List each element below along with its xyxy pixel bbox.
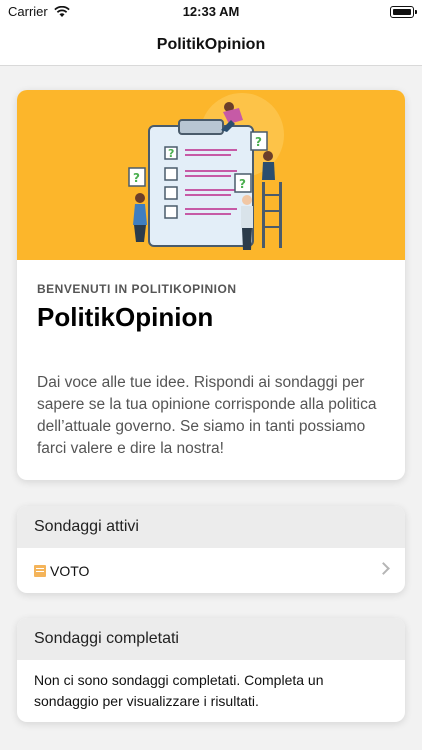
illustration-question-mark: ? [168,147,174,160]
hero-illustration: ? ? ? ? [17,90,405,260]
status-time: 12:33 AM [182,4,240,19]
status-bar: Carrier 12:33 AM [0,0,422,24]
completed-surveys-header: Sondaggi completati [17,618,405,660]
battery-icon [390,6,417,18]
svg-text:?: ? [255,135,262,149]
completed-surveys-empty-message: Non ci sono sondaggi completati. Complet… [34,672,324,709]
survey-row-voto[interactable]: VOTO [17,548,405,593]
survey-label: VOTO [50,562,90,579]
welcome-title: PolitikOpinion [37,302,214,332]
navigation-bar: PolitikOpinion [0,24,422,66]
survey-illustration: ? ? ? ? [128,93,284,250]
active-surveys-header: Sondaggi attivi [17,506,405,548]
list-icon [34,564,46,577]
welcome-description: Dai voce alle tue idee. Rispondi ai sond… [37,374,377,457]
welcome-card: ? ? ? ? BENVENUTI IN POLITIKOPINION Poli… [17,90,405,480]
chevron-right-icon [377,562,390,575]
welcome-eyebrow: BENVENUTI IN POLITIKOPINION [37,282,237,296]
completed-surveys-card: Sondaggi completati Non ci sono sondaggi… [17,618,405,722]
nav-title: PolitikOpinion [156,35,266,53]
svg-text:?: ? [239,177,246,191]
active-surveys-card: Sondaggi attivi VOTO [17,506,405,593]
svg-text:?: ? [133,171,140,185]
